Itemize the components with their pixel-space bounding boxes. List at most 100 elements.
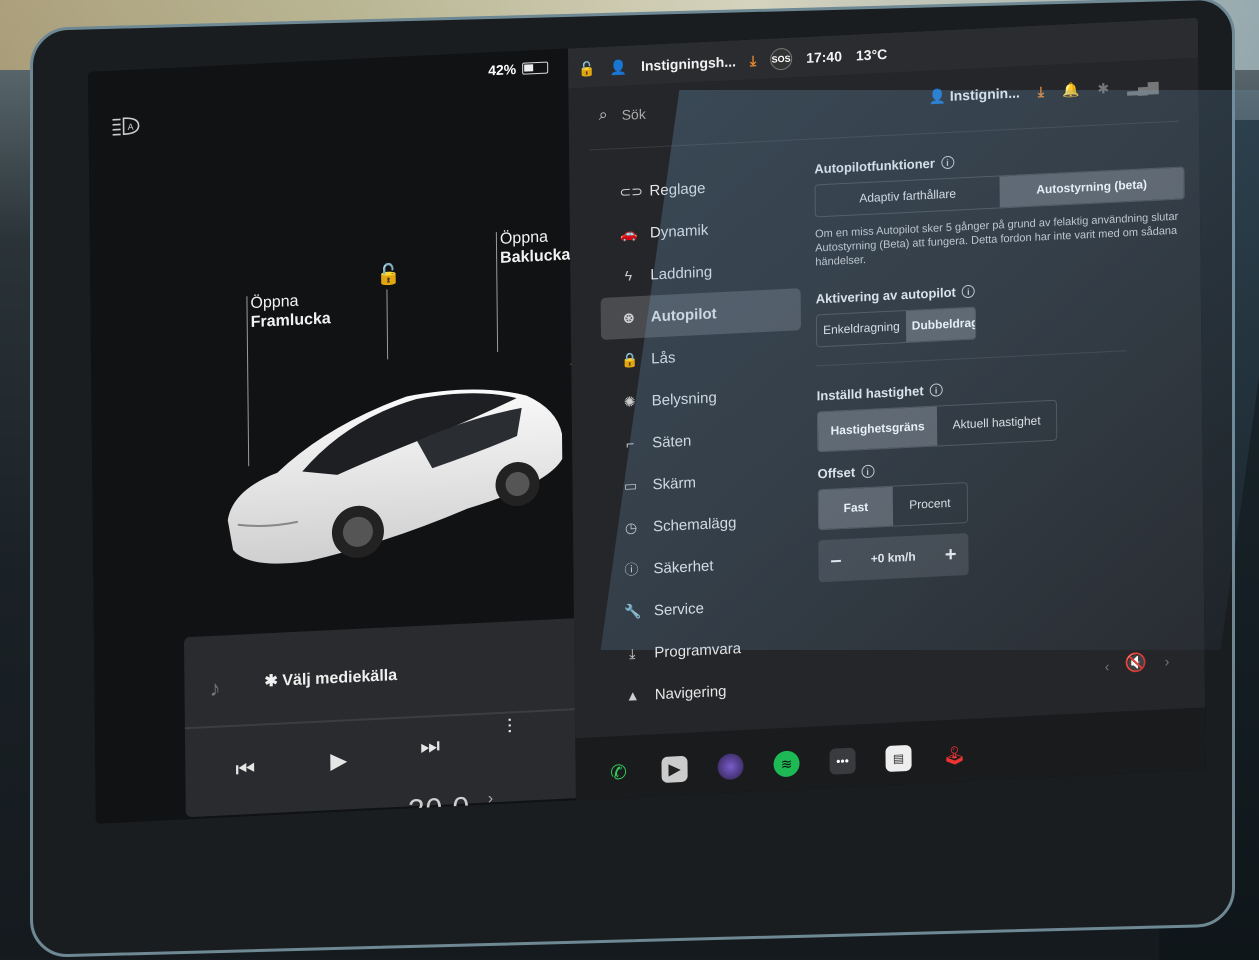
seat-icon: ⌐	[625, 435, 635, 452]
frunk-callout-line2: Framlucka	[250, 310, 331, 332]
bell-icon[interactable]: 🔔	[1062, 82, 1080, 100]
lock-icon: 🔒	[621, 350, 639, 368]
media-player: ♪ ✱ Välj mediekälla ⌕ ⏮ ▶ ⏭ ⫶	[183, 615, 636, 818]
single-pull-option[interactable]: Enkeldragning	[817, 311, 906, 346]
trunk-callout[interactable]: Öppna Baklucka	[500, 226, 571, 267]
frunk-callout[interactable]: Öppna Framlucka	[250, 290, 330, 332]
download-icon[interactable]: ⤓	[1038, 83, 1044, 100]
search-icon: ⌕	[598, 106, 608, 125]
car-status-pane: A 42% Öppna Framlucka Öppna Baklucka 🔓 ⚡	[88, 48, 636, 824]
bolt-icon: ϟ	[624, 267, 633, 284]
trunk-callout-line2: Baklucka	[500, 246, 571, 267]
bluetooth-icon: ✱	[264, 672, 283, 691]
autopilot-features-note: Om en miss Autopilot sker 5 gånger på gr…	[814, 210, 1179, 269]
play-icon[interactable]: ▶	[330, 747, 347, 774]
nav-item-label: Schemalägg	[652, 513, 737, 535]
volume-down-arrow-icon[interactable]: ‹	[1105, 658, 1110, 674]
nav-item-label: Navigering	[654, 682, 727, 703]
nav-item-label: Autopilot	[650, 304, 717, 325]
info-icon[interactable]: i	[961, 284, 975, 299]
lte-signal-icon: ▂▄▆	[1127, 77, 1159, 96]
percent-offset-option[interactable]: Procent	[893, 483, 967, 526]
fixed-offset-option[interactable]: Fast	[818, 486, 894, 530]
info-icon[interactable]: i	[929, 383, 943, 397]
nav-item-label: Service	[653, 599, 705, 619]
nav-item-label: Reglage	[649, 179, 706, 200]
svg-text:A: A	[128, 122, 134, 132]
camera-icon[interactable]	[717, 752, 744, 781]
settings-pane: 🔓 👤 Instigningsh... ⤓ SOS 17:40 13°C ⌕ S…	[567, 17, 1206, 801]
car-icon: 🚗	[619, 224, 638, 242]
car-illustration	[227, 389, 563, 564]
navigation-icon: ▲	[625, 687, 640, 704]
autosteer-option[interactable]: Autostyrning (beta)	[999, 167, 1184, 208]
settings-nav: ⊂⊃ Reglage 🚗 Dynamik ϟ Laddning ⊛ Autopilot 🔒 Lås…	[599, 162, 805, 718]
download-icon[interactable]: ⤓	[750, 52, 756, 69]
nav-item-navigering[interactable]: ▲ Navigering	[605, 666, 805, 718]
profile-icon[interactable]: 👤 Instignin...	[928, 84, 1020, 105]
autopilot-features-title: Autopilotfunktioner	[814, 155, 936, 177]
info-icon: ⓘ	[624, 561, 639, 578]
double-pull-option[interactable]: Dubbeldragning	[905, 306, 977, 343]
nav-item-label: Dynamik	[649, 221, 709, 242]
profile-name-short[interactable]: Instigningsh...	[641, 53, 736, 74]
activation-selector: Enkeldragning Dubbeldragning	[815, 306, 977, 348]
theater-icon[interactable]: ▶	[661, 755, 688, 783]
next-track-icon[interactable]: ⏭	[420, 733, 440, 760]
header-divider	[589, 120, 1180, 151]
increase-button[interactable]: +	[945, 543, 957, 567]
previous-track-icon[interactable]: ⏮	[235, 756, 255, 783]
activation-title: Aktivering av autopilot	[815, 284, 956, 307]
padlock-icon[interactable]: 🔓	[578, 60, 596, 78]
battery-percent: 42%	[488, 61, 517, 79]
spotify-icon[interactable]: ≋	[773, 750, 800, 778]
profile-icon[interactable]: 👤	[610, 58, 628, 76]
settings-search[interactable]: ⌕ Sök	[599, 105, 646, 125]
toybox-joystick-icon[interactable]: 🕹	[941, 742, 967, 769]
equalizer-icon[interactable]: ⫶	[507, 716, 512, 739]
speed-limit-option[interactable]: Hastighetsgräns	[817, 406, 938, 452]
settings-panel: ⌕ Sök 👤 Instignin... ⤓ 🔔 ✱ ▂▄▆ ⊂⊃ Reglage…	[568, 57, 1206, 739]
settings-header-icons: 👤 Instignin... ⤓ 🔔 ✱ ▂▄▆	[928, 78, 1158, 106]
nav-item-label: Lås	[651, 348, 676, 367]
set-speed-selector: Hastighetsgräns Aktuell hastighet	[816, 399, 1058, 453]
trunk-callout-line	[495, 232, 499, 353]
music-note-icon: ♪	[209, 675, 221, 702]
activation-heading: Aktivering av autopilot i	[816, 273, 1186, 306]
media-title-wrap: ✱ Välj mediekälla	[264, 665, 397, 691]
info-icon[interactable]: i	[940, 155, 955, 170]
mute-icon[interactable]: 🔇	[1125, 652, 1148, 674]
bluetooth-icon[interactable]: ✱	[1097, 80, 1109, 98]
nav-item-label: Säkerhet	[653, 556, 714, 577]
calendar-icon[interactable]: ▤	[885, 744, 912, 773]
sos-icon[interactable]: SOS	[770, 47, 793, 71]
offset-selector: Fast Procent	[817, 482, 969, 531]
offset-title: Offset	[817, 464, 856, 482]
set-speed-title: Inställd hastighet	[816, 383, 924, 404]
toggle-icon: ⊂⊃	[619, 182, 644, 200]
info-icon[interactable]: i	[861, 464, 875, 479]
battery-icon	[522, 61, 549, 75]
nav-item-label: Laddning	[650, 263, 713, 284]
touchscreen: A 42% Öppna Framlucka Öppna Baklucka 🔓 ⚡	[88, 17, 1206, 824]
phone-icon[interactable]: ✆	[605, 758, 631, 785]
decrease-button[interactable]: –	[830, 549, 841, 573]
more-apps-icon[interactable]: •••	[829, 747, 856, 775]
sun-icon: ✺	[623, 392, 636, 410]
search-input[interactable]: Sök	[622, 106, 646, 123]
auto-headlight-icon[interactable]: A	[110, 114, 140, 137]
media-title: Välj mediekälla	[282, 666, 398, 690]
clock: 17:40	[806, 48, 843, 66]
unlock-icon[interactable]: 🔓	[376, 262, 401, 288]
autopilot-features-selector: Adaptiv farthållare Autostyrning (beta)	[814, 166, 1185, 218]
battery-indicator: 42%	[488, 60, 549, 79]
volume-up-arrow-icon[interactable]: ›	[1165, 653, 1170, 669]
adaptive-cruise-option[interactable]: Adaptiv farthållare	[816, 176, 1000, 216]
clock-icon: ◷	[624, 518, 638, 536]
current-speed-option[interactable]: Aktuell hastighet	[937, 401, 1056, 446]
set-speed-heading: Inställd hastighet i	[817, 370, 1187, 403]
download-icon: ⤓	[629, 644, 636, 662]
nav-item-label: Säten	[652, 432, 692, 451]
display-icon: ▭	[623, 476, 638, 494]
profile-name: Instignin...	[949, 84, 1020, 104]
